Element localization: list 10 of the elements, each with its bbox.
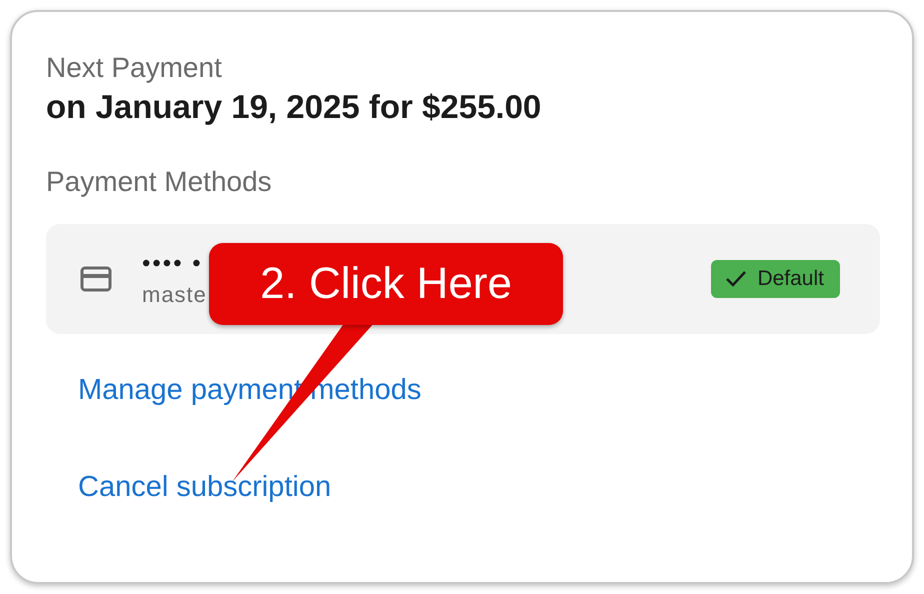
text-link[interactable]: Cancel subscription: [78, 471, 332, 504]
card-brand: maste: [142, 282, 207, 308]
section-label: Payment Methods: [46, 166, 272, 198]
card-number: •••• •: [142, 250, 203, 278]
credit-card-icon: [80, 266, 112, 292]
section-label: Next Payment: [46, 52, 222, 84]
badge-text: Default: [757, 267, 824, 291]
check-icon: [725, 270, 748, 288]
next-payment-value: on January 19, 2025 for $255.00: [46, 88, 542, 126]
callout: 2. Click Here: [209, 243, 563, 325]
